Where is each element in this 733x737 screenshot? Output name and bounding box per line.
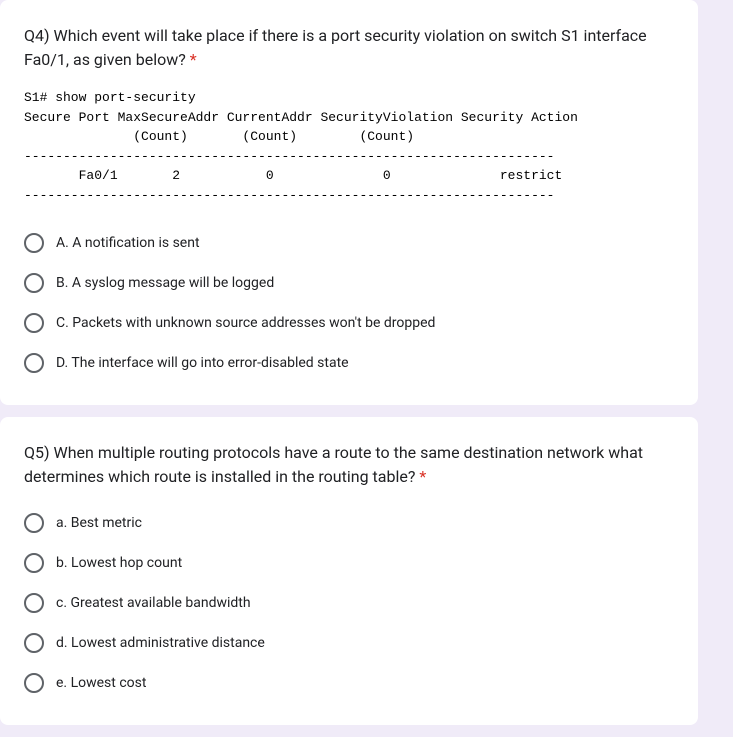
option-q4-d[interactable]: D. The interface will go into error-disa… [24,345,674,381]
option-q4-a[interactable]: A. A notification is sent [24,225,674,261]
option-label: c. Greatest available bandwidth [56,595,251,611]
radio-icon [24,673,44,693]
options-group-q5: a. Best metric b. Lowest hop count c. Gr… [24,505,674,701]
option-label: d. Lowest administrative distance [56,635,265,651]
required-mark: * [419,467,426,486]
question-title-q5: Q5) When multiple routing protocols have… [24,441,674,489]
option-q4-c[interactable]: C. Packets with unknown source addresses… [24,305,674,341]
option-q5-e[interactable]: e. Lowest cost [24,665,674,701]
question-text-q4: Q4) Which event will take place if there… [24,26,647,69]
option-q5-d[interactable]: d. Lowest administrative distance [24,625,674,661]
question-title-q4: Q4) Which event will take place if there… [24,24,674,72]
option-q5-a[interactable]: a. Best metric [24,505,674,541]
option-label: a. Best metric [56,515,142,531]
question-text-q5: Q5) When multiple routing protocols have… [24,443,643,486]
radio-icon [24,313,44,333]
radio-icon [24,233,44,253]
option-label: A. A notification is sent [56,235,200,251]
option-label: e. Lowest cost [56,675,146,691]
option-label: B. A syslog message will be logged [56,275,274,291]
radio-icon [24,593,44,613]
option-q5-c[interactable]: c. Greatest available bandwidth [24,585,674,621]
radio-icon [24,513,44,533]
option-q5-b[interactable]: b. Lowest hop count [24,545,674,581]
option-label: D. The interface will go into error-disa… [56,355,349,371]
required-mark: * [190,50,197,69]
option-label: C. Packets with unknown source addresses… [56,315,435,331]
radio-icon [24,273,44,293]
cli-output: S1# show port-security Secure Port MaxSe… [24,88,674,205]
question-card-q4: Q4) Which event will take place if there… [0,0,698,405]
option-q4-b[interactable]: B. A syslog message will be logged [24,265,674,301]
radio-icon [24,553,44,573]
radio-icon [24,353,44,373]
options-group-q4: A. A notification is sent B. A syslog me… [24,225,674,381]
radio-icon [24,633,44,653]
option-label: b. Lowest hop count [56,555,182,571]
